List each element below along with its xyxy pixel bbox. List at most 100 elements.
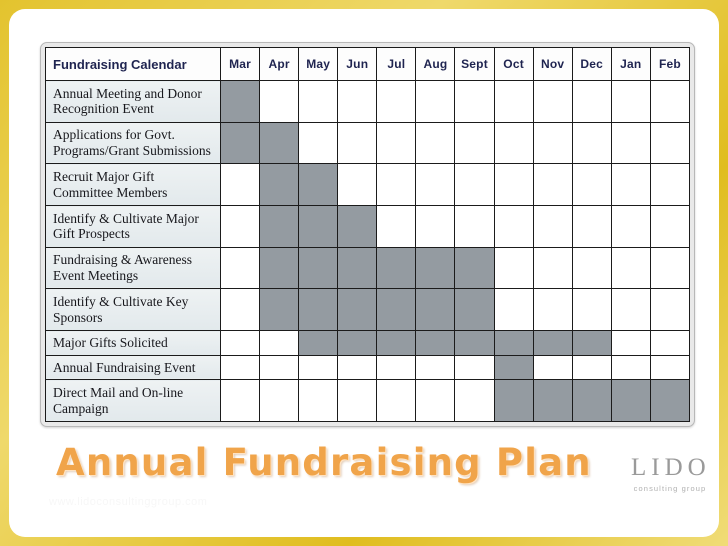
gantt-cell-filled xyxy=(415,330,456,356)
gantt-cell-empty xyxy=(298,80,339,123)
gantt-cell-empty xyxy=(610,205,651,248)
gantt-cell-filled xyxy=(454,246,495,290)
gantt-cell-filled xyxy=(376,288,417,332)
column-header-month: Mar xyxy=(219,47,261,81)
gantt-cell-empty xyxy=(649,163,691,207)
gantt-cell-empty xyxy=(454,121,495,165)
gantt-cell-empty xyxy=(649,80,691,123)
gantt-cell-empty xyxy=(571,163,612,207)
gantt-cell-filled xyxy=(376,246,417,290)
column-header-month: Jan xyxy=(610,47,651,81)
gantt-cell-empty xyxy=(259,80,300,123)
gantt-cell-empty xyxy=(610,121,651,165)
gantt-cell-empty xyxy=(337,163,378,207)
gantt-cell-empty xyxy=(610,288,651,332)
gantt-cell-filled xyxy=(219,80,261,123)
gantt-cell-filled xyxy=(259,246,300,290)
gantt-cell-filled xyxy=(298,246,339,290)
gantt-cell-empty xyxy=(415,121,456,165)
column-header-task: Fundraising Calendar xyxy=(45,47,221,81)
gantt-cell-empty xyxy=(337,121,378,165)
column-header-month: Jul xyxy=(376,47,417,81)
gantt-cell-filled xyxy=(571,330,612,356)
task-label: Annual Meeting and Donor Recognition Eve… xyxy=(45,80,221,123)
column-header-month: Dec xyxy=(571,47,612,81)
gantt-cell-empty xyxy=(454,205,495,248)
gantt-cell-filled xyxy=(259,288,300,332)
column-header-month: Sept xyxy=(454,47,495,81)
column-header-month: Oct xyxy=(493,47,534,81)
table-row: Recruit Major Gift Committee Members xyxy=(45,163,691,207)
table-row: Applications for Govt. Programs/Grant Su… xyxy=(45,121,691,165)
gantt-cell-filled xyxy=(376,330,417,356)
gantt-cell-empty xyxy=(259,354,300,381)
table-body: Annual Meeting and Donor Recognition Eve… xyxy=(45,80,691,422)
table-row: Identify & Cultivate Major Gift Prospect… xyxy=(45,205,691,248)
gantt-cell-empty xyxy=(493,121,534,165)
table-header: Fundraising Calendar Mar Apr May Jun Jul Aug S… xyxy=(45,47,691,81)
brand-logo-mark: LIDO xyxy=(631,454,711,481)
task-label: Applications for Govt. Programs/Grant Su… xyxy=(45,121,221,165)
gantt-cell-empty xyxy=(376,121,417,165)
gantt-cell-empty xyxy=(649,354,691,381)
task-label: Major Gifts Solicited xyxy=(45,330,221,356)
brand-logo-tagline: consulting group xyxy=(633,484,707,494)
task-label: Recruit Major Gift Committee Members xyxy=(45,163,221,207)
gantt-cell-empty xyxy=(532,246,573,290)
gantt-cell-filled xyxy=(298,163,339,207)
gantt-cell-filled xyxy=(532,379,573,422)
gantt-cell-filled xyxy=(454,288,495,332)
gantt-cell-empty xyxy=(610,246,651,290)
gantt-cell-filled xyxy=(493,330,534,356)
gantt-cell-empty xyxy=(298,121,339,165)
gantt-cell-filled xyxy=(454,330,495,356)
gantt-cell-empty xyxy=(376,379,417,422)
slide-frame: Fundraising Calendar Mar Apr May Jun Jul Aug S… xyxy=(0,0,728,546)
gantt-cell-empty xyxy=(298,354,339,381)
gantt-cell-empty xyxy=(493,205,534,248)
gantt-cell-empty xyxy=(219,379,261,422)
table-row: Identify & Cultivate Key Sponsors xyxy=(45,288,691,332)
gantt-cell-filled xyxy=(219,121,261,165)
gantt-cell-empty xyxy=(298,379,339,422)
gantt-cell-filled xyxy=(259,205,300,248)
table-row: Major Gifts Solicited xyxy=(45,330,691,356)
gantt-cell-empty xyxy=(337,80,378,123)
gantt-cell-filled xyxy=(415,288,456,332)
gantt-cell-empty xyxy=(532,288,573,332)
gantt-cell-empty xyxy=(493,163,534,207)
gantt-cell-filled xyxy=(259,121,300,165)
gantt-cell-filled xyxy=(415,246,456,290)
gantt-cell-empty xyxy=(376,205,417,248)
gantt-cell-empty xyxy=(259,379,300,422)
gantt-cell-empty xyxy=(571,205,612,248)
gantt-cell-empty xyxy=(571,288,612,332)
gantt-cell-empty xyxy=(649,121,691,165)
task-label: Fundraising & Awareness Event Meetings xyxy=(45,246,221,290)
gantt-cell-filled xyxy=(571,379,612,422)
page-title: Annual Fundraising Plan xyxy=(56,441,592,484)
column-header-month: Feb xyxy=(649,47,691,81)
gantt-cell-empty xyxy=(259,330,300,356)
slide-card: Fundraising Calendar Mar Apr May Jun Jul Aug S… xyxy=(9,9,719,537)
gantt-cell-empty xyxy=(415,80,456,123)
gantt-cell-empty xyxy=(610,330,651,356)
gantt-cell-filled xyxy=(337,330,378,356)
gantt-cell-filled xyxy=(493,379,534,422)
gantt-cell-filled xyxy=(532,330,573,356)
gantt-cell-empty xyxy=(610,80,651,123)
gantt-cell-filled xyxy=(337,246,378,290)
gantt-cell-empty xyxy=(219,330,261,356)
gantt-cell-empty xyxy=(649,288,691,332)
gantt-cell-filled xyxy=(259,163,300,207)
gantt-cell-filled xyxy=(298,205,339,248)
gantt-cell-empty xyxy=(532,121,573,165)
gantt-cell-empty xyxy=(376,354,417,381)
gantt-cell-empty xyxy=(532,80,573,123)
gantt-cell-empty xyxy=(571,121,612,165)
gantt-cell-empty xyxy=(493,80,534,123)
gantt-cell-empty xyxy=(219,246,261,290)
gantt-cell-empty xyxy=(571,354,612,381)
task-label: Identify & Cultivate Key Sponsors xyxy=(45,288,221,332)
gantt-cell-filled xyxy=(337,205,378,248)
